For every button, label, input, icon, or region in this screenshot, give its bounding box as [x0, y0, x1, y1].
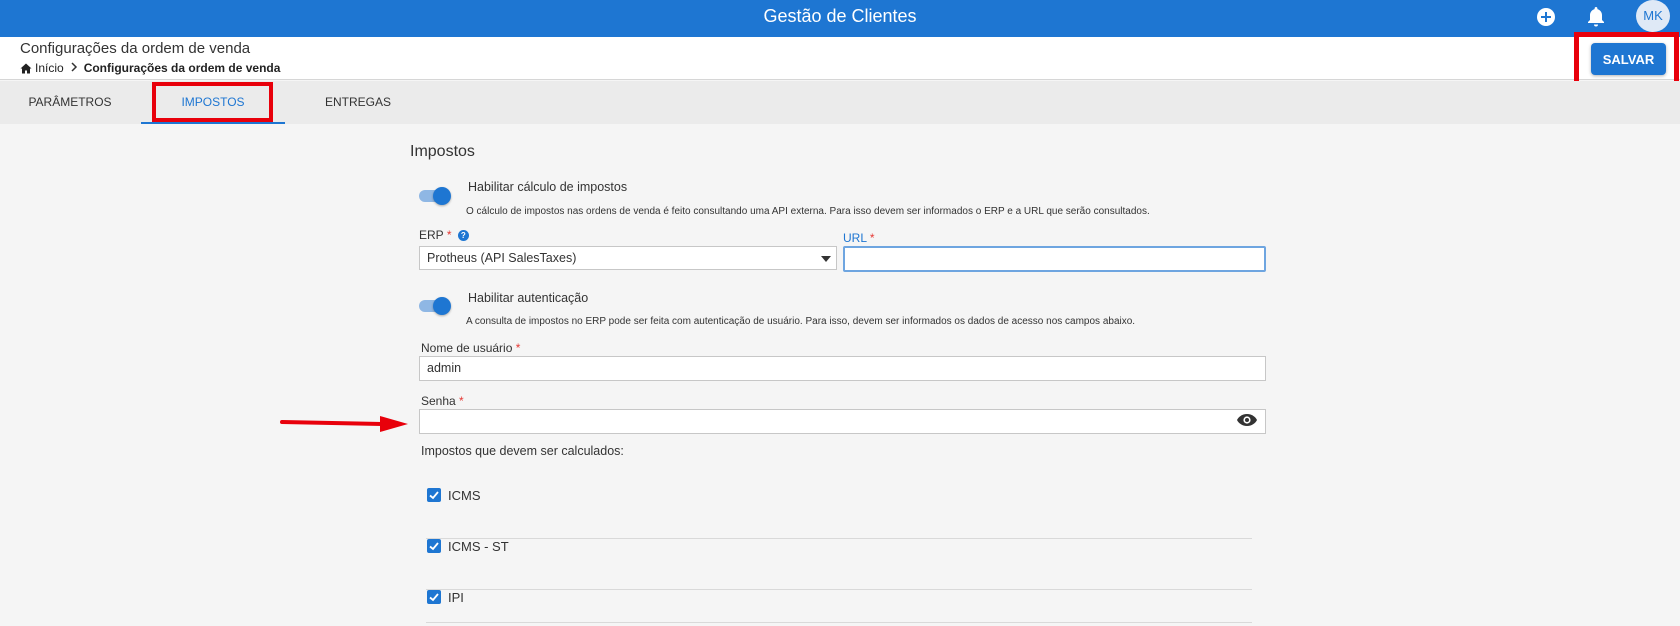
- tax-calculation-label: Habilitar cálculo de impostos: [468, 180, 628, 194]
- plus-circle-icon[interactable]: [1534, 5, 1558, 29]
- breadcrumb-home-label[interactable]: Início: [35, 61, 64, 75]
- checkbox-checked-icon[interactable]: [427, 539, 441, 553]
- tab-parametros[interactable]: PARÂMETROS: [22, 81, 118, 124]
- tax-checkbox-row-ipi[interactable]: IPI: [426, 590, 1252, 620]
- tax-checkbox-row-icms[interactable]: ICMS: [426, 488, 1252, 539]
- url-input[interactable]: [843, 246, 1266, 272]
- username-label: Nome de usuário *: [421, 341, 520, 355]
- page-title: Configurações da ordem de venda: [20, 40, 251, 57]
- tab-entregas[interactable]: ENTREGAS: [316, 81, 400, 124]
- breadcrumb-home[interactable]: Início: [20, 61, 64, 75]
- app-topbar: Gestão de Clientes MK: [0, 0, 1680, 37]
- required-marker: *: [446, 228, 452, 242]
- tax-checkbox-row-icms-st[interactable]: ICMS - ST: [426, 539, 1252, 590]
- chevron-right-icon: [70, 61, 78, 75]
- username-input[interactable]: admin: [419, 356, 1266, 381]
- password-input[interactable]: [419, 409, 1266, 434]
- password-label-text: Senha: [421, 394, 456, 408]
- highlight-box-tab: [152, 82, 273, 122]
- required-marker: *: [459, 394, 464, 408]
- section-title: Impostos: [410, 143, 475, 160]
- app-title: Gestão de Clientes: [763, 6, 917, 26]
- erp-label-text: ERP: [419, 228, 444, 242]
- caret-down-icon: [821, 256, 831, 262]
- url-label: URL *: [843, 231, 875, 245]
- erp-label: ERP * ?: [419, 228, 469, 242]
- help-icon[interactable]: ?: [457, 230, 469, 242]
- required-marker: *: [515, 341, 521, 355]
- tax-label: ICMS: [448, 488, 481, 503]
- erp-select-value: Protheus (API SalesTaxes): [427, 251, 577, 265]
- tax-label: IPI: [448, 590, 464, 605]
- taxes-label: Impostos que devem ser calculados:: [421, 444, 624, 458]
- tax-label: ICMS - ST: [448, 539, 509, 554]
- breadcrumb-current: Configurações da ordem de venda: [83, 61, 281, 75]
- tax-calculation-help: O cálculo de impostos nas ordens de vend…: [466, 206, 1150, 217]
- erp-select[interactable]: Protheus (API SalesTaxes): [419, 246, 837, 270]
- eye-icon[interactable]: [1236, 411, 1258, 429]
- breadcrumb: Início Configurações da ordem de venda: [20, 61, 280, 75]
- home-icon: [20, 63, 32, 73]
- divider: [426, 622, 1252, 623]
- required-marker: *: [869, 231, 875, 245]
- authentication-label: Habilitar autenticação: [468, 291, 589, 305]
- username-label-text: Nome de usuário: [421, 341, 513, 355]
- active-tab-indicator: [141, 122, 285, 124]
- password-label: Senha *: [421, 394, 464, 408]
- checkbox-checked-icon[interactable]: [427, 590, 441, 604]
- url-label-text: URL: [843, 231, 867, 245]
- page-header: Configurações da ordem de venda Início C…: [0, 37, 1680, 80]
- red-arrow-icon: [280, 416, 408, 432]
- user-avatar[interactable]: MK: [1636, 0, 1670, 32]
- bell-icon[interactable]: [1584, 5, 1608, 29]
- tax-calculation-toggle[interactable]: [419, 187, 453, 205]
- checkbox-checked-icon[interactable]: [427, 488, 441, 502]
- authentication-toggle[interactable]: [419, 297, 453, 315]
- authentication-help: A consulta de impostos no ERP pode ser f…: [466, 316, 1136, 327]
